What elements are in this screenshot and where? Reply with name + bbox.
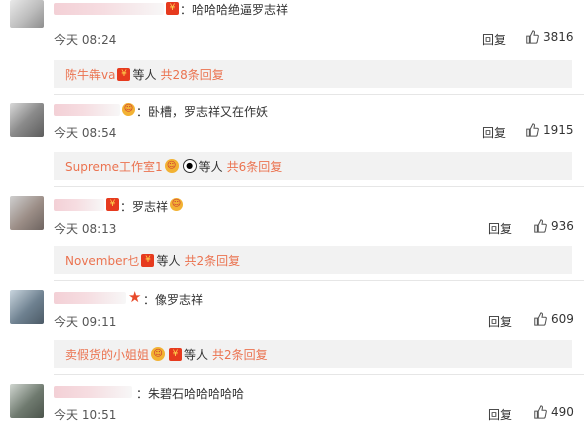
colon: ： <box>136 387 149 401</box>
star-badge-icon: ★ <box>128 288 142 306</box>
reply-button[interactable]: 回复 <box>482 124 506 141</box>
avatar[interactable] <box>10 290 44 324</box>
reply-middle-text: 等人 <box>132 67 157 82</box>
thumbs-up-icon <box>526 30 539 44</box>
emoji-icon: ☺ <box>151 347 166 361</box>
reply-button[interactable]: 回复 <box>482 31 506 48</box>
reply-middle-text: 等人 <box>156 253 181 268</box>
reply-summary-box[interactable]: 陈牛犇va ¥ 等人 共28条回复 <box>54 60 572 88</box>
reply-button[interactable]: 回复 <box>488 313 512 330</box>
reply-user-link[interactable]: November乜 <box>65 252 139 269</box>
username-blurred[interactable] <box>54 386 132 398</box>
thumbs-up-icon <box>534 405 547 419</box>
red-envelope-badge-icon: ¥ <box>169 347 183 361</box>
reply-user-link[interactable]: 卖假货的小姐姐 <box>65 346 149 363</box>
reply-user-link[interactable]: Supreme工作室1 <box>65 158 163 175</box>
colon: ： <box>136 105 149 119</box>
divider <box>54 280 584 281</box>
timestamp: 今天 08:54 <box>54 126 117 140</box>
red-envelope-badge-icon: ¥ <box>166 2 179 15</box>
thumbs-up-icon <box>534 312 547 326</box>
panda-icon: ● <box>182 159 197 173</box>
like-button[interactable]: 490 <box>533 405 574 419</box>
emoji-icon: ☺ <box>164 159 179 173</box>
avatar[interactable] <box>10 103 44 137</box>
reply-button[interactable]: 回复 <box>488 406 512 423</box>
thumbs-up-icon <box>526 123 539 137</box>
comment-text: 卧槽，罗志祥又在作妖 <box>148 105 269 119</box>
red-envelope-badge-icon: ¥ <box>141 253 155 267</box>
like-count: 490 <box>551 405 574 419</box>
divider <box>54 374 584 375</box>
avatar[interactable] <box>10 384 44 418</box>
reply-count-link[interactable]: 共2条回复 <box>184 252 240 269</box>
reply-count-link[interactable]: 共28条回复 <box>160 66 223 83</box>
username-blurred[interactable] <box>54 199 104 211</box>
timestamp: 今天 08:13 <box>54 222 117 236</box>
colon: ： <box>143 293 156 307</box>
reply-summary-box[interactable]: Supreme工作室1 ☺ ● 等人 共6条回复 <box>54 152 572 180</box>
thumbs-up-icon <box>534 219 547 233</box>
username-blurred[interactable] <box>54 292 126 304</box>
divider <box>54 186 584 187</box>
reply-middle-text: 等人 <box>184 347 209 362</box>
reply-count-link[interactable]: 共6条回复 <box>227 158 283 175</box>
like-count: 1915 <box>543 123 574 137</box>
colon: ： <box>180 3 193 17</box>
reply-summary-box[interactable]: 卖假货的小姐姐 ☺ ¥ 等人 共2条回复 <box>54 340 572 368</box>
reply-count-link[interactable]: 共2条回复 <box>212 346 268 363</box>
like-count: 936 <box>551 219 574 233</box>
username-blurred[interactable] <box>54 104 120 116</box>
timestamp: 今天 08:24 <box>54 33 117 47</box>
reply-summary-box[interactable]: November乜 ¥ 等人 共2条回复 <box>54 246 572 274</box>
divider <box>54 94 584 95</box>
like-count: 609 <box>551 312 574 326</box>
avatar[interactable] <box>10 196 44 230</box>
comment-text: 哈哈哈绝逼罗志祥 <box>192 3 289 17</box>
like-button[interactable]: 936 <box>533 219 574 233</box>
reply-button[interactable]: 回复 <box>488 220 512 237</box>
like-count: 3816 <box>543 30 574 44</box>
like-button[interactable]: 3816 <box>525 30 574 44</box>
emoji-icon: ☺ <box>122 103 135 116</box>
colon: ： <box>120 200 133 214</box>
comment-text: 像罗志祥 <box>155 293 204 307</box>
comment-text: 罗志祥 <box>132 200 169 214</box>
laughing-emoji-icon: ☺ <box>170 198 183 211</box>
comment-text: 朱碧石哈哈哈哈哈 <box>148 387 245 401</box>
timestamp: 今天 09:11 <box>54 315 117 329</box>
red-envelope-badge-icon: ¥ <box>106 198 119 211</box>
reply-user-link[interactable]: 陈牛犇va <box>65 66 115 83</box>
username-blurred[interactable] <box>54 3 164 15</box>
avatar[interactable] <box>10 0 44 28</box>
red-envelope-badge-icon: ¥ <box>117 67 131 81</box>
like-button[interactable]: 609 <box>533 312 574 326</box>
like-button[interactable]: 1915 <box>525 123 574 137</box>
timestamp: 今天 10:51 <box>54 408 117 422</box>
reply-middle-text: 等人 <box>198 159 223 174</box>
